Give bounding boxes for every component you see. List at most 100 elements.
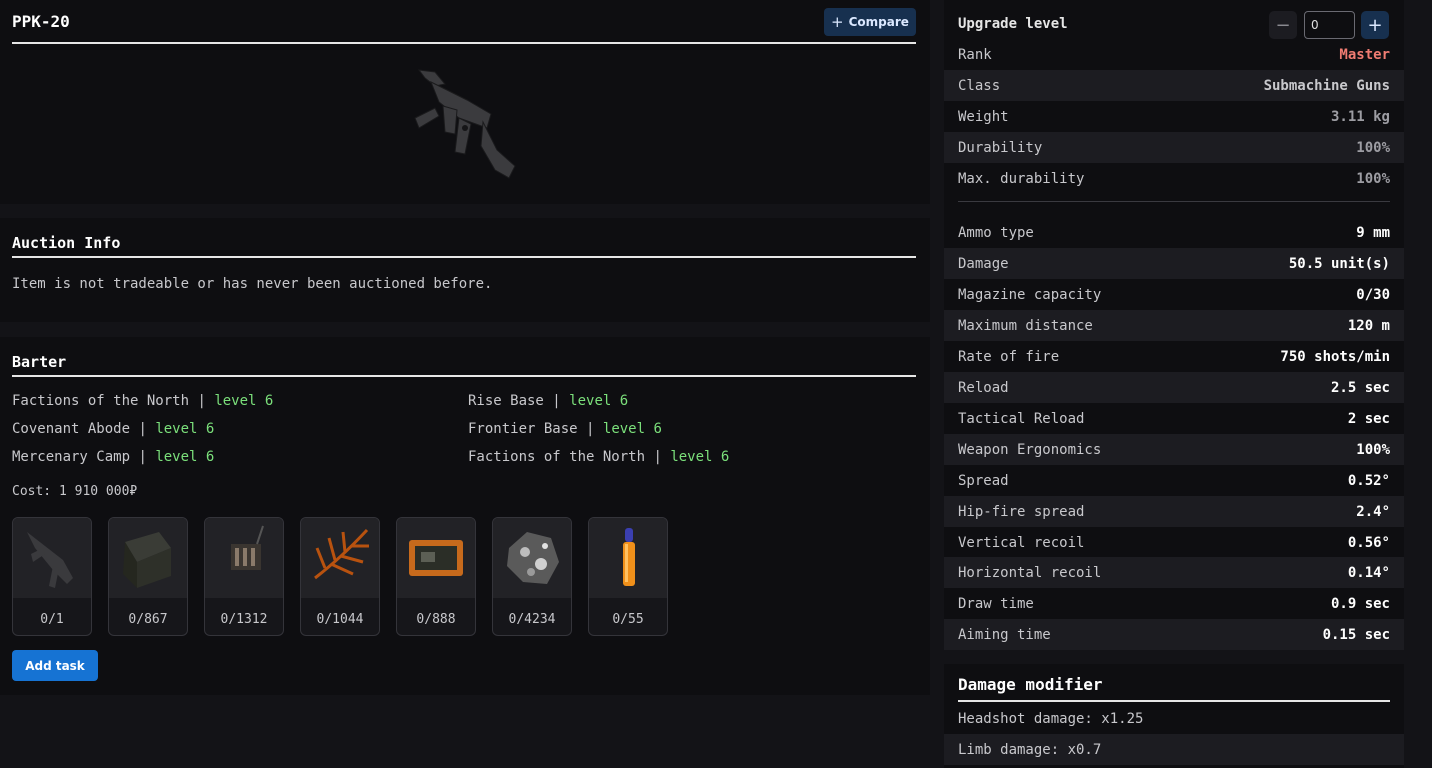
stat-row: Horizontal recoil 0.14° <box>944 557 1404 588</box>
stat-value: Master <box>1339 46 1390 63</box>
upgrade-level-label: Upgrade level <box>958 16 1068 32</box>
decrease-level-button[interactable]: − <box>1269 11 1297 39</box>
barter-source[interactable]: Factions of the North | level 6 <box>12 393 273 409</box>
stat-label: Damage <box>958 255 1009 272</box>
stat-label: Aiming time <box>958 626 1051 643</box>
stat-row: Vertical recoil 0.56° <box>944 527 1404 558</box>
stat-label: Ammo type <box>958 224 1034 241</box>
barter-cost: Cost: 1 910 000₽ <box>12 484 138 499</box>
barter-item-card[interactable]: 0/867 <box>108 517 188 636</box>
barter-item-card[interactable]: 0/4234 <box>492 517 572 636</box>
stat-row: Weight 3.11 kg <box>944 101 1404 132</box>
stat-label: Vertical recoil <box>958 534 1085 551</box>
stat-row: Damage 50.5 unit(s) <box>944 248 1404 279</box>
stat-row: Class Submachine Guns <box>944 70 1404 101</box>
stat-label: Max. durability <box>958 170 1085 187</box>
barter-source[interactable]: Rise Base | level 6 <box>468 393 628 409</box>
stat-value: 9 mm <box>1356 224 1390 241</box>
compare-button[interactable]: + Compare <box>824 8 916 36</box>
modifier-row-limb: Limb damage: x0.7 <box>944 734 1404 765</box>
barter-source[interactable]: Covenant Abode | level 6 <box>12 421 214 437</box>
stat-row-rank: Rank Master <box>944 39 1404 70</box>
vial-icon <box>589 518 667 598</box>
stat-row: Rate of fire 750 shots/min <box>944 341 1404 372</box>
headshot-damage: Headshot damage: x1.25 <box>958 710 1144 727</box>
stat-row: Magazine capacity 0/30 <box>944 279 1404 310</box>
stat-row: Ammo type 9 mm <box>944 217 1404 248</box>
barter-item-count: 0/1312 <box>220 612 268 627</box>
auction-panel <box>0 218 930 322</box>
barter-item-count: 0/1044 <box>316 612 364 627</box>
stat-label: Class <box>958 77 1001 94</box>
stat-value: 0.14° <box>1347 564 1390 581</box>
smg-icon <box>13 518 91 598</box>
increase-level-button[interactable]: + <box>1361 11 1389 39</box>
barter-source[interactable]: Frontier Base | level 6 <box>468 421 662 437</box>
stat-row: Spread 0.52° <box>944 465 1404 496</box>
stat-label: Magazine capacity <box>958 286 1102 303</box>
weapon-image <box>414 69 516 179</box>
auction-divider <box>12 256 916 258</box>
ammo-crate-icon <box>109 518 187 598</box>
fern-icon <box>301 518 379 598</box>
barter-panel <box>0 337 930 695</box>
stat-value: 0.56° <box>1347 534 1390 551</box>
barter-divider <box>12 375 916 377</box>
auction-title: Auction Info <box>12 234 121 252</box>
barter-source[interactable]: Mercenary Camp | level 6 <box>12 449 214 465</box>
stat-row: Max. durability 100% <box>944 163 1404 194</box>
stat-value: 0.15 sec <box>1322 626 1390 643</box>
stat-value: 0.52° <box>1347 472 1390 489</box>
barter-item-card[interactable]: 0/1 <box>12 517 92 636</box>
barter-item-count: 0/4234 <box>508 612 556 627</box>
stat-label: Durability <box>958 139 1043 156</box>
barter-item-count: 0/1 <box>40 612 64 627</box>
stat-label: Rate of fire <box>958 348 1060 365</box>
stat-value: 2.5 sec <box>1330 379 1390 396</box>
stat-value: 50.5 unit(s) <box>1288 255 1390 272</box>
minus-icon: − <box>1275 14 1291 36</box>
stat-row: Durability 100% <box>944 132 1404 163</box>
barter-item-card[interactable]: 0/1312 <box>204 517 284 636</box>
stat-value: 0/30 <box>1356 286 1390 303</box>
plus-icon: + <box>831 13 844 31</box>
device-icon <box>205 518 283 598</box>
barter-title: Barter <box>12 353 67 371</box>
damage-modifier-title: Damage modifier <box>958 675 1103 694</box>
barter-item-card[interactable]: 0/1044 <box>300 517 380 636</box>
barter-item-count: 0/867 <box>128 612 168 627</box>
stat-row: Weapon Ergonomics 100% <box>944 434 1404 465</box>
stat-label: Horizontal recoil <box>958 564 1102 581</box>
barter-item-card[interactable]: 0/888 <box>396 517 476 636</box>
stats-divider <box>958 201 1390 202</box>
stat-label: Reload <box>958 379 1009 396</box>
stat-value: 120 m <box>1347 317 1390 334</box>
stat-value: 0.9 sec <box>1330 595 1390 612</box>
ore-icon <box>493 518 571 598</box>
header-divider <box>12 42 916 44</box>
barter-source[interactable]: Factions of the North | level 6 <box>468 449 729 465</box>
stat-label: Rank <box>958 46 992 63</box>
stat-value: 100% <box>1356 139 1390 156</box>
barter-item-count: 0/55 <box>612 612 644 627</box>
barter-item-card[interactable]: 0/55 <box>588 517 668 636</box>
item-title: PPK-20 <box>12 12 70 31</box>
barter-item-count: 0/888 <box>416 612 456 627</box>
upgrade-level-input[interactable] <box>1304 11 1355 39</box>
damage-modifier-divider <box>958 700 1390 702</box>
stat-row: Maximum distance 120 m <box>944 310 1404 341</box>
add-task-button[interactable]: Add task <box>12 650 98 681</box>
circuit-board-icon <box>397 518 475 598</box>
auction-message: Item is not tradeable or has never been … <box>12 276 493 292</box>
stat-label: Spread <box>958 472 1009 489</box>
compare-label: Compare <box>848 15 909 29</box>
stat-value: 3.11 kg <box>1330 108 1390 125</box>
stat-label: Draw time <box>958 595 1034 612</box>
stat-row: Aiming time 0.15 sec <box>944 619 1404 650</box>
stat-value: 100% <box>1356 170 1390 187</box>
stat-label: Maximum distance <box>958 317 1093 334</box>
stat-row: Tactical Reload 2 sec <box>944 403 1404 434</box>
stat-value: Submachine Guns <box>1263 77 1390 94</box>
stat-label: Hip-fire spread <box>958 503 1085 520</box>
stat-value: 2 sec <box>1347 410 1390 427</box>
